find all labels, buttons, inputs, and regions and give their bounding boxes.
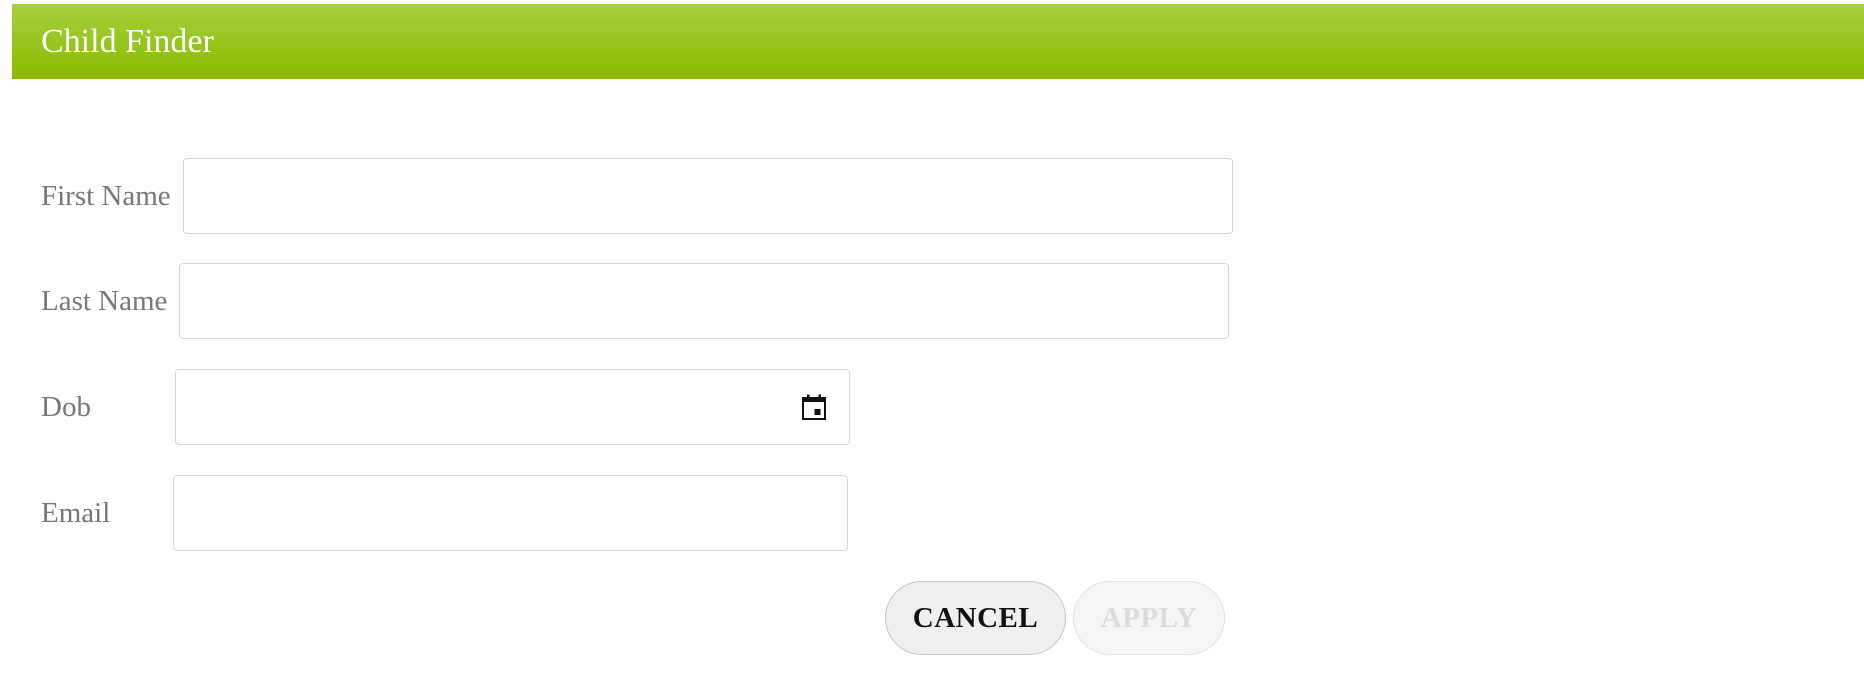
email-label: Email (41, 497, 111, 529)
first-name-input[interactable] (183, 158, 1233, 234)
header-bar: Child Finder (12, 4, 1864, 79)
dob-date-picker (175, 369, 850, 445)
first-name-label: First Name (41, 180, 171, 212)
cancel-button[interactable]: CANCEL (885, 581, 1066, 655)
apply-button[interactable]: APPLY (1073, 581, 1225, 655)
last-name-input[interactable] (179, 263, 1229, 339)
child-finder-dialog: Child Finder First Name Last Name Dob Em… (0, 0, 1864, 680)
header-title: Child Finder (41, 23, 214, 60)
dob-input[interactable] (176, 370, 776, 444)
dob-label: Dob (41, 391, 91, 423)
last-name-label: Last Name (41, 285, 168, 317)
calendar-icon[interactable] (799, 392, 829, 422)
email-input[interactable] (173, 475, 848, 551)
